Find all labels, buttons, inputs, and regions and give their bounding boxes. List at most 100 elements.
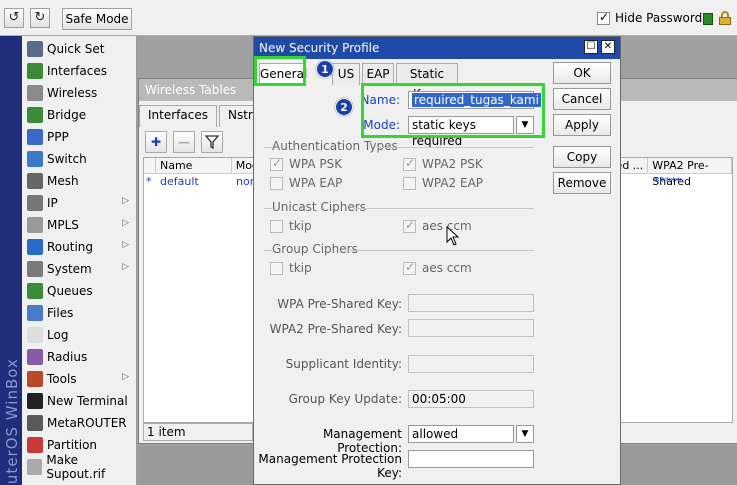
sidebar-item-label: Queues xyxy=(47,284,93,298)
auth-wpa-psk[interactable]: WPA PSK xyxy=(270,156,343,171)
metarouter-icon xyxy=(27,415,43,431)
queues-icon xyxy=(27,283,43,299)
badge-step-1: 1 xyxy=(316,60,334,78)
group-tkip[interactable]: tkip xyxy=(270,261,312,275)
group-key-update-input[interactable]: 00:05:00 xyxy=(408,390,534,408)
quickset-icon xyxy=(27,41,43,57)
sidebar-item[interactable]: Wireless xyxy=(22,82,137,104)
sidebar-item-label: Radius xyxy=(47,350,88,364)
auth-wpa-psk-checkbox[interactable] xyxy=(270,156,283,171)
group-tkip-checkbox[interactable] xyxy=(270,261,283,275)
auth-wpa2-eap[interactable]: WPA2 EAP xyxy=(403,176,483,190)
badge-step-2: 2 xyxy=(335,98,353,116)
sidebar-item[interactable]: System ▷ xyxy=(22,258,137,280)
management-protection-dropdown-icon[interactable]: ▼ xyxy=(516,425,534,443)
group-aes-ccm[interactable]: aes ccm xyxy=(403,260,472,275)
dialog-title: New Security Profile xyxy=(254,37,620,59)
lock-icon xyxy=(719,11,731,25)
group-divider xyxy=(346,250,534,251)
safe-mode-button[interactable]: Safe Mode xyxy=(62,8,132,30)
unicast-tkip[interactable]: tkip xyxy=(270,219,312,233)
auth-wpa-psk-label: WPA PSK xyxy=(289,157,343,171)
wpa2-psk-label: WPA2 Pre-Shared Key: xyxy=(269,322,402,336)
apply-button[interactable]: Apply xyxy=(553,114,611,136)
group-aes-ccm-checkbox[interactable] xyxy=(403,260,416,275)
sidebar-item[interactable]: Switch xyxy=(22,148,137,170)
sidebar-item[interactable]: Log xyxy=(22,324,137,346)
column-name[interactable]: Name xyxy=(156,158,232,173)
ip-icon xyxy=(27,195,43,211)
undo-icon[interactable]: ↺ xyxy=(4,8,24,28)
auth-types-title: Authentication Types xyxy=(272,139,398,153)
sidebar-item[interactable]: Radius xyxy=(22,346,137,368)
sidebar-item[interactable]: Queues xyxy=(22,280,137,302)
auth-wpa2-psk[interactable]: WPA2 PSK xyxy=(403,156,483,171)
submenu-arrow-icon: ▷ xyxy=(122,196,129,206)
radius-icon xyxy=(27,349,43,365)
auth-wpa2-eap-checkbox[interactable] xyxy=(403,176,416,190)
tools-icon xyxy=(27,371,43,387)
management-protection-select[interactable]: allowed xyxy=(408,425,514,443)
ok-button[interactable]: OK xyxy=(553,62,611,84)
items-count: 1 item xyxy=(143,423,253,441)
brand-vertical-text: RouterOS WinBox xyxy=(3,358,21,485)
unicast-aes-ccm[interactable]: aes ccm xyxy=(403,218,472,233)
auth-wpa2-psk-label: WPA2 PSK xyxy=(422,157,483,171)
close-icon[interactable]: ✕ xyxy=(601,40,615,54)
column-wpa2-psk[interactable]: WPA2 Pre-Shared xyxy=(648,158,732,188)
auth-wpa2-psk-checkbox[interactable] xyxy=(403,156,416,171)
remove-button[interactable]: Remove xyxy=(553,172,611,194)
tab-radius[interactable]: US xyxy=(332,63,360,85)
sidebar-item-label: MPLS xyxy=(47,218,79,232)
auth-wpa-eap[interactable]: WPA EAP xyxy=(270,176,342,190)
sidebar-item[interactable]: Mesh xyxy=(22,170,137,192)
sidebar-item[interactable]: Tools ▷ xyxy=(22,368,137,390)
sidebar-item[interactable]: Bridge xyxy=(22,104,137,126)
sidebar-item[interactable]: New Terminal xyxy=(22,390,137,412)
sidebar-item[interactable]: Quick Set xyxy=(22,38,137,60)
bridge-icon xyxy=(27,107,43,123)
sidebar-item[interactable]: Interfaces xyxy=(22,60,137,82)
sidebar-item[interactable]: Routing ▷ xyxy=(22,236,137,258)
remove-icon[interactable]: — xyxy=(173,131,195,153)
unicast-tkip-checkbox[interactable] xyxy=(270,219,283,233)
copy-button[interactable]: Copy xyxy=(553,146,611,168)
connection-status-icon xyxy=(703,13,713,25)
unicast-tkip-label: tkip xyxy=(289,219,312,233)
sidebar-item[interactable]: IP ▷ xyxy=(22,192,137,214)
ppp-icon xyxy=(27,129,43,145)
unicast-ciphers-title: Unicast Ciphers xyxy=(272,200,366,214)
wireless-icon xyxy=(27,85,43,101)
redo-icon[interactable]: ↻ xyxy=(30,8,50,28)
sidebar-item-label: New Terminal xyxy=(47,394,128,408)
unicast-aes-ccm-checkbox[interactable] xyxy=(403,218,416,233)
highlight-general-tab xyxy=(254,56,306,86)
maximize-icon[interactable]: ☐ xyxy=(584,40,598,54)
tab-interfaces[interactable]: Interfaces xyxy=(139,105,217,127)
sidebar-item-label: Bridge xyxy=(47,108,87,122)
hide-passwords-checkbox[interactable] xyxy=(597,10,610,25)
sidebar-item[interactable]: Files xyxy=(22,302,137,324)
sidebar-item-label: PPP xyxy=(47,130,69,144)
sidebar-item[interactable]: PPP xyxy=(22,126,137,148)
sidebar-item[interactable]: Make Supout.rif xyxy=(22,453,137,481)
tab-static-keys[interactable]: Static Keys xyxy=(396,63,458,101)
tab-eap[interactable]: EAP xyxy=(362,63,394,85)
submenu-arrow-icon: ▷ xyxy=(122,262,129,272)
routing-icon xyxy=(27,239,43,255)
sidebar-item[interactable]: MetaROUTER xyxy=(22,412,137,434)
management-protection-key-input[interactable] xyxy=(408,450,534,468)
sidebar-item-label: Wireless xyxy=(47,86,98,100)
wpa2-psk-input[interactable] xyxy=(408,319,534,337)
auth-wpa-eap-checkbox[interactable] xyxy=(270,176,283,190)
add-icon[interactable]: ✚ xyxy=(145,131,167,153)
hide-passwords-label: Hide Passwords xyxy=(615,11,709,25)
sidebar-item[interactable]: MPLS ▷ xyxy=(22,214,137,236)
cancel-button[interactable]: Cancel xyxy=(553,88,611,110)
wpa-psk-input[interactable] xyxy=(408,294,534,312)
hide-passwords-toggle[interactable]: Hide Passwords xyxy=(597,10,709,25)
filter-icon[interactable] xyxy=(201,131,223,153)
supplicant-identity-input[interactable] xyxy=(408,355,534,373)
sidebar-item-label: Routing xyxy=(47,240,94,254)
log-icon xyxy=(27,327,43,343)
